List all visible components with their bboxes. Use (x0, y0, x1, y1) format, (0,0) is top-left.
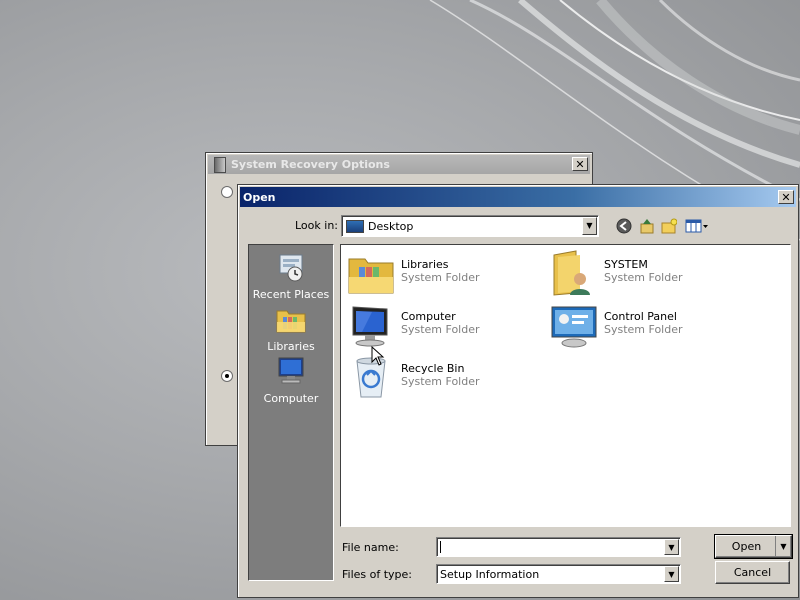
libraries-icon (276, 310, 306, 333)
cancel-button[interactable]: Cancel (715, 561, 790, 584)
user-folder-icon (553, 250, 590, 296)
open-button-label: Open (731, 540, 762, 553)
system-recovery-titlebar[interactable]: System Recovery Options (208, 155, 590, 174)
look-in-value: Desktop (368, 219, 414, 233)
up-folder-icon (640, 219, 654, 234)
open-dialog: Open ✕ Look in: Desktop ▼ Recent Places … (237, 184, 799, 598)
recovery-option-radio-1[interactable] (221, 186, 233, 198)
list-item-libraries[interactable]: Libraries System Folder (347, 249, 480, 297)
item-type: System Folder (401, 323, 480, 336)
recovery-close-button[interactable]: ✕ (572, 157, 588, 171)
file-list-view[interactable]: Libraries System Folder SYSTEM System Fo… (340, 244, 791, 527)
files-of-type-dropdown[interactable]: Setup Information ▼ (436, 564, 681, 584)
files-of-type-label: Files of type: (342, 568, 413, 581)
open-dialog-title: Open (243, 190, 276, 204)
control-panel-icon (551, 306, 597, 348)
recent-places-icon (279, 254, 303, 282)
list-item-recycle-bin[interactable]: Recycle Bin System Folder (347, 353, 480, 401)
recovery-option-radio-2[interactable] (221, 370, 233, 382)
open-button[interactable]: Open ▼ (714, 534, 793, 559)
look-in-dropdown[interactable]: Desktop ▼ (341, 215, 599, 237)
item-type: System Folder (604, 323, 683, 336)
mouse-cursor-icon (371, 346, 385, 366)
back-button[interactable] (615, 217, 633, 235)
chevron-down-icon[interactable]: ▼ (664, 539, 679, 555)
open-close-button[interactable]: ✕ (778, 190, 794, 204)
chevron-down-icon[interactable]: ▼ (775, 536, 791, 557)
desktop-icon (346, 219, 364, 233)
item-name: Computer (401, 310, 456, 323)
chevron-down-icon[interactable]: ▼ (664, 566, 679, 582)
computer-icon (352, 306, 388, 347)
system-recovery-title: System Recovery Options (231, 158, 390, 171)
look-in-label: Look in: (295, 219, 338, 232)
place-computer[interactable]: Computer (249, 355, 333, 405)
list-item-system[interactable]: SYSTEM System Folder (550, 249, 683, 297)
item-name: Recycle Bin (401, 362, 465, 375)
file-name-input[interactable]: ▼ (436, 537, 681, 557)
item-name: SYSTEM (604, 258, 648, 271)
up-folder-button[interactable] (638, 217, 656, 235)
text-caret (440, 541, 441, 553)
item-type: System Folder (604, 271, 683, 284)
back-icon (616, 218, 632, 234)
open-titlebar[interactable]: Open (240, 187, 796, 207)
place-libraries[interactable]: Libraries (249, 303, 333, 353)
item-type: System Folder (401, 271, 480, 284)
item-type: System Folder (401, 375, 480, 388)
file-name-label: File name: (342, 541, 399, 554)
place-label: Libraries (267, 340, 315, 353)
cancel-button-label: Cancel (733, 566, 772, 579)
recovery-app-icon (214, 156, 226, 173)
chevron-down-icon[interactable]: ▼ (582, 217, 597, 235)
places-bar: Recent Places Libraries Computer (248, 244, 334, 581)
place-recent-places[interactable]: Recent Places (249, 251, 333, 301)
list-item-computer[interactable]: Computer System Folder (347, 301, 480, 349)
new-folder-button[interactable] (660, 217, 678, 235)
list-item-control-panel[interactable]: Control Panel System Folder (550, 301, 683, 349)
item-name: Control Panel (604, 310, 677, 323)
item-name: Libraries (401, 258, 449, 271)
place-label: Computer (263, 392, 319, 405)
files-of-type-value: Setup Information (440, 567, 540, 581)
view-menu-icon (685, 219, 708, 233)
computer-icon (278, 357, 304, 384)
place-label: Recent Places (252, 288, 330, 301)
new-folder-icon (661, 218, 677, 234)
view-menu-button[interactable] (684, 217, 710, 235)
libraries-icon (348, 258, 394, 294)
